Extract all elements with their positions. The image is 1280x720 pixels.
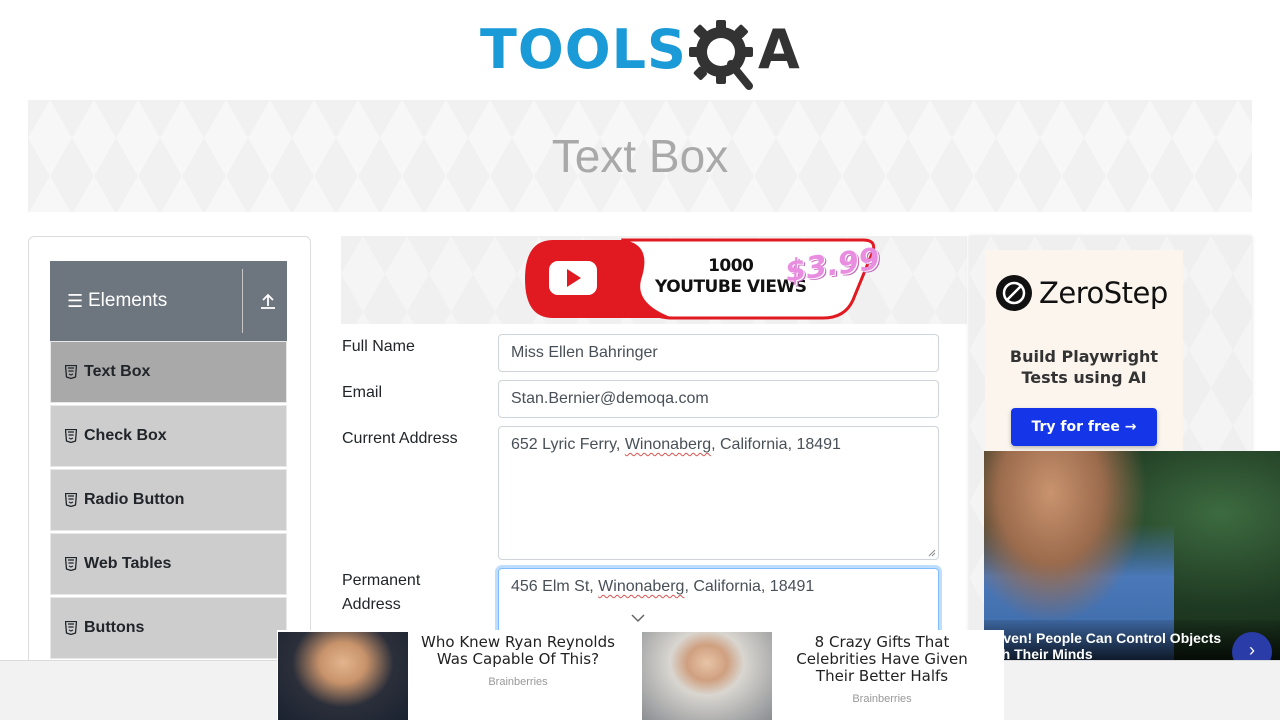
sidebar-item-text-box[interactable]: Text Box (50, 341, 287, 403)
full-name-value: Miss Ellen Bahringer (511, 344, 658, 361)
toolsqa-logo[interactable]: TOOLS A (480, 14, 806, 92)
title-line: Their Better Halfs (815, 667, 949, 685)
ad-card-1-title[interactable]: Who Knew Ryan Reynolds Was Capable Of Th… (403, 634, 633, 668)
current-address-textarea[interactable]: 652 Lyric Ferry, Winonaberg, California,… (498, 426, 939, 560)
permanent-address-value: 456 Elm St, Winonaberg, California, 1849… (511, 578, 814, 595)
elements-menu-list: Text Box Check Box Radio Button Web Tabl… (50, 341, 287, 661)
zerostep-ad[interactable]: ZeroStep Build Playwright Tests using AI… (985, 250, 1183, 452)
youtube-views-ad[interactable]: 1000 YOUTUBE VIEWS $3.99 (523, 238, 882, 320)
full-name-input[interactable]: Miss Ellen Bahringer (498, 334, 939, 372)
spellcheck-word: Winonaberg (598, 578, 685, 595)
gear-magnifier-icon (689, 20, 753, 90)
label-line: Address (342, 596, 401, 613)
ad-card-2-title[interactable]: 8 Crazy Gifts That Celebrities Have Give… (767, 634, 997, 685)
logo-text-tools: TOOLS (480, 18, 687, 81)
html5-shield-icon (65, 493, 77, 507)
sidebar-item-label: Web Tables (84, 555, 172, 572)
tagline-line: Build Playwright (1009, 347, 1159, 366)
elements-group-header[interactable]: ☰ Elements (50, 261, 287, 341)
email-input[interactable]: Stan.Bernier@demoqa.com (498, 380, 939, 418)
zerostep-tagline: Build Playwright Tests using AI (985, 346, 1183, 388)
sidebar-item-label: Buttons (84, 619, 145, 636)
sidebar-item-web-tables[interactable]: Web Tables (50, 533, 287, 595)
chevron-down-icon[interactable] (630, 612, 646, 624)
address-text: , California, 18491 (684, 578, 815, 595)
sidebar-item-label: Radio Button (84, 491, 185, 508)
collapse-arrow-icon[interactable] (259, 292, 277, 310)
header-divider (242, 269, 243, 333)
permanent-address-label: Permanent Address (342, 569, 420, 617)
email-value: Stan.Bernier@demoqa.com (511, 390, 709, 407)
center-ad-banner[interactable]: 1000 YOUTUBE VIEWS $3.99 (341, 236, 967, 324)
ad-card-2-image[interactable] (642, 632, 772, 720)
sidebar-item-label: Text Box (84, 363, 151, 380)
zerostep-logo-icon (996, 275, 1032, 311)
sidebar-item-check-box[interactable]: Check Box (50, 405, 287, 467)
page-title: Text Box (551, 130, 729, 182)
current-address-label: Current Address (342, 430, 458, 447)
sidebar: ☰ Elements Text Box Check Box Radio Butt… (28, 236, 311, 716)
address-text: 456 Elm St, (511, 578, 599, 595)
logo-text-a: A (758, 18, 800, 81)
ad-card-1-image[interactable] (278, 632, 408, 720)
label-line: Permanent (342, 572, 421, 589)
try-for-free-button[interactable]: Try for free → (1011, 408, 1157, 446)
group-title: Elements (88, 290, 168, 311)
address-text: 652 Lyric Ferry, (511, 436, 625, 453)
hamburger-icon: ☰ (67, 290, 84, 311)
video-ad[interactable]: Proven! People Can Control Objects With … (984, 451, 1280, 660)
page-banner: Text Box (28, 100, 1252, 212)
email-label: Email (342, 384, 383, 401)
full-name-label: Full Name (342, 338, 415, 355)
address-text: , California, 18491 (711, 436, 841, 453)
ad-card-2-source: Brainberries (852, 693, 912, 705)
resize-grip-icon[interactable] (928, 549, 936, 557)
bottom-native-ad: Who Knew Ryan Reynolds Was Capable Of Th… (277, 630, 1004, 720)
ad-card-1-source: Brainberries (488, 676, 548, 688)
html5-shield-icon (65, 365, 77, 379)
sidebar-item-buttons[interactable]: Buttons (50, 597, 287, 659)
tagline-line: Tests using AI (1021, 368, 1147, 387)
html5-shield-icon (65, 621, 77, 635)
spellcheck-word: Winonaberg (624, 436, 712, 453)
zerostep-brand: ZeroStep (1039, 276, 1168, 310)
title-line: 8 Crazy Gifts That (814, 633, 950, 651)
sidebar-item-label: Check Box (84, 427, 167, 444)
title-line: Was Capable Of This? (436, 650, 600, 668)
title-line: Who Knew Ryan Reynolds (421, 633, 615, 651)
ad-views-label: YOUTUBE VIEWS (655, 277, 807, 297)
html5-shield-icon (65, 557, 77, 571)
title-line: Celebrities Have Given (796, 650, 968, 668)
caption-line: Proven! People Can Control Objects (984, 630, 1222, 646)
current-address-value: 652 Lyric Ferry, Winonaberg, California,… (511, 436, 841, 453)
sidebar-item-radio-button[interactable]: Radio Button (50, 469, 287, 531)
html5-shield-icon (65, 429, 77, 443)
